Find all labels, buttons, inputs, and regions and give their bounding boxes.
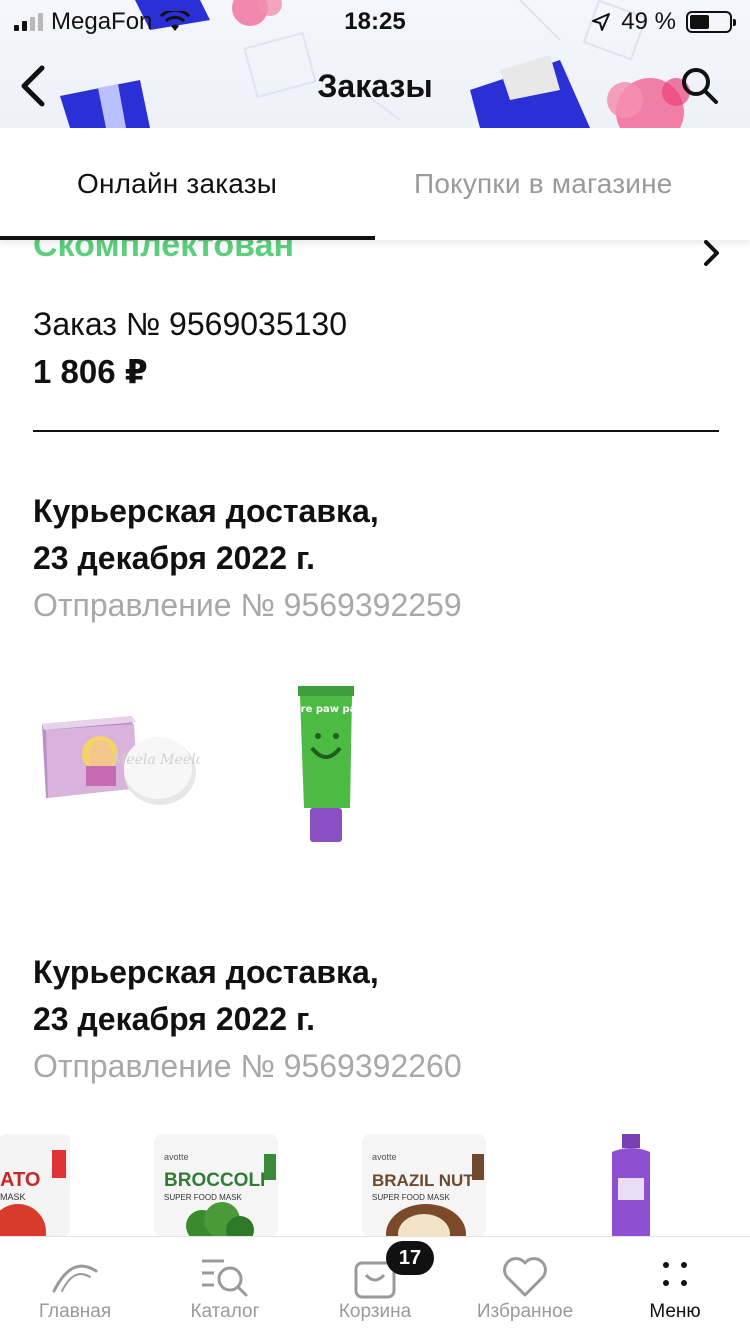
shipment-number: Отправление № 9569392260 bbox=[33, 1048, 462, 1084]
broccoli-sub: SUPER FOOD MASK bbox=[164, 1193, 242, 1202]
brazil-brand: avotte bbox=[372, 1152, 397, 1162]
broccoli-brand: avotte bbox=[164, 1152, 189, 1162]
broccoli-label: BROCCOLI bbox=[164, 1170, 265, 1191]
tabbar-label: Каталог bbox=[190, 1301, 260, 1322]
brazil-label: BRAZIL NUT bbox=[372, 1171, 474, 1190]
product-lip-balm[interactable]: pure paw paw bbox=[296, 684, 356, 844]
order-number: Заказ № 9569035130 bbox=[33, 306, 348, 342]
tabbar-label: Избранное bbox=[476, 1301, 574, 1322]
product-purple-bottle[interactable] bbox=[606, 1134, 656, 1236]
menu-dots-icon bbox=[663, 1262, 687, 1286]
chevron-right-icon[interactable] bbox=[700, 238, 722, 268]
product-broccoli-mask[interactable]: avotte BROCCOLI SUPER FOOD MASK bbox=[152, 1134, 280, 1236]
tomato-sub: MASK bbox=[0, 1192, 26, 1202]
shipment-title: Курьерская доставка, 23 декабря 2022 г. bbox=[33, 949, 379, 1043]
catalog-search-icon bbox=[202, 1259, 248, 1297]
tabbar-menu[interactable]: Меню bbox=[600, 1237, 750, 1334]
soap-text: Meela Meelo bbox=[111, 752, 200, 768]
order-total: 1 806 ₽ bbox=[33, 353, 148, 390]
tabbar-label: Меню bbox=[649, 1301, 701, 1322]
tabbar-home[interactable]: Главная bbox=[0, 1237, 150, 1334]
tab-online-orders[interactable]: Онлайн заказы bbox=[77, 168, 277, 200]
tabbar-favorites[interactable]: Избранное bbox=[450, 1237, 600, 1334]
tabbar-label: Корзина bbox=[338, 1301, 412, 1322]
tab-store-purchases[interactable]: Покупки в магазине bbox=[414, 168, 673, 200]
bottom-tab-bar: Главная Каталог 17 Корзина Избранное Мен… bbox=[0, 1236, 750, 1334]
shipment-delivery-type: Курьерская доставка, bbox=[33, 954, 379, 990]
home-arc-icon bbox=[52, 1264, 98, 1293]
divider bbox=[33, 430, 719, 432]
shipment-date: 23 декабря 2022 г. bbox=[33, 540, 315, 576]
tabbar-catalog[interactable]: Каталог bbox=[150, 1237, 300, 1334]
shipment-date: 23 декабря 2022 г. bbox=[33, 1001, 315, 1037]
shipment-title: Курьерская доставка, 23 декабря 2022 г. bbox=[33, 488, 379, 582]
product-shampoo-bar[interactable]: Meela Meelo bbox=[40, 710, 200, 810]
balm-text: pure paw paw bbox=[296, 704, 356, 715]
shipment-number: Отправление № 9569392259 bbox=[33, 587, 462, 623]
orders-tabs: Онлайн заказы Покупки в магазине bbox=[0, 128, 750, 240]
tabbar-cart[interactable]: 17 Корзина bbox=[300, 1237, 450, 1334]
heart-icon bbox=[503, 1257, 547, 1297]
tomato-label: ATO bbox=[0, 1169, 40, 1191]
product-brazil-nut-mask[interactable]: avotte BRAZIL NUT SUPER FOOD MASK bbox=[360, 1134, 488, 1236]
product-tomato-mask[interactable]: ATO MASK bbox=[0, 1134, 72, 1236]
brazil-sub: SUPER FOOD MASK bbox=[372, 1193, 450, 1202]
cart-badge: 17 bbox=[386, 1241, 434, 1275]
shipment-delivery-type: Курьерская доставка, bbox=[33, 493, 379, 529]
active-tab-indicator bbox=[0, 236, 375, 240]
tabbar-label: Главная bbox=[38, 1301, 112, 1322]
